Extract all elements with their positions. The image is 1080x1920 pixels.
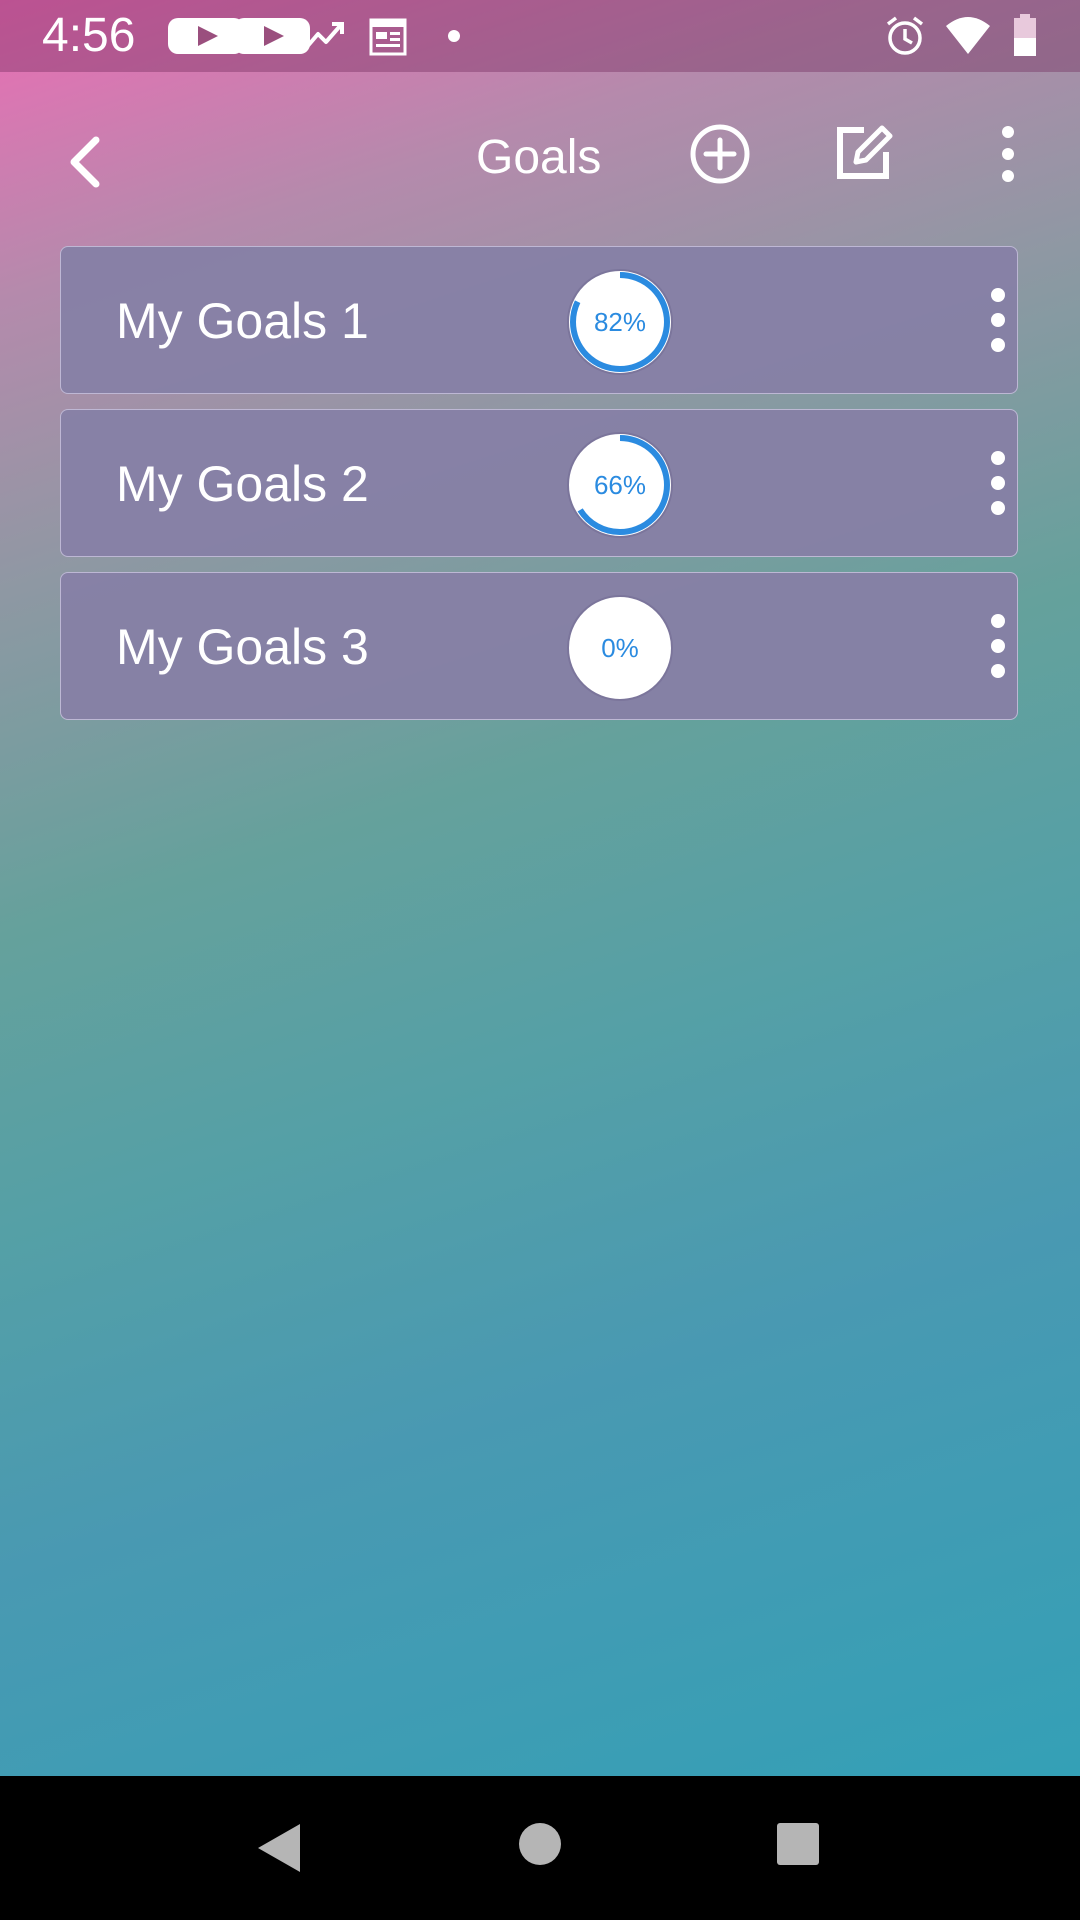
page-title: Goals (476, 131, 602, 184)
system-nav-bar (0, 1776, 1080, 1920)
goal-card[interactable]: My Goals 1 82% (60, 246, 1018, 394)
status-time: 4:56 (42, 9, 136, 62)
edit-icon[interactable] (834, 122, 894, 182)
dot-icon (448, 30, 460, 42)
calendar-icon (369, 18, 407, 56)
status-bar: 4:56 (0, 0, 1080, 72)
wifi-icon (946, 17, 990, 54)
goal-title: My Goals 3 (116, 619, 369, 675)
add-circle-icon[interactable] (688, 122, 752, 186)
app-toolbar: Goals (0, 72, 1080, 242)
goal-more-icon[interactable] (985, 611, 1011, 681)
battery-icon (1014, 14, 1036, 56)
progress-percent: 82% (593, 307, 647, 337)
nav-home-icon[interactable] (518, 1822, 562, 1866)
goal-title: My Goals 2 (116, 456, 369, 512)
goal-card[interactable]: My Goals 2 66% (60, 409, 1018, 557)
youtube-icon (234, 18, 310, 54)
trending-icon (304, 22, 344, 50)
back-icon[interactable] (62, 132, 106, 192)
alarm-icon (886, 16, 924, 55)
goal-title: My Goals 1 (116, 293, 369, 349)
goal-more-icon[interactable] (985, 448, 1011, 518)
nav-back-icon[interactable] (254, 1820, 304, 1876)
progress-percent: 0% (601, 633, 639, 663)
more-vert-icon[interactable] (990, 124, 1026, 184)
goal-more-icon[interactable] (985, 285, 1011, 355)
nav-recents-icon[interactable] (776, 1822, 820, 1866)
progress-percent: 66% (593, 470, 647, 500)
goals-screen: 4:56 Goals My Goals 1 82% My Goals 2 66%… (0, 0, 1080, 1776)
goal-card[interactable]: My Goals 3 0% (60, 572, 1018, 720)
